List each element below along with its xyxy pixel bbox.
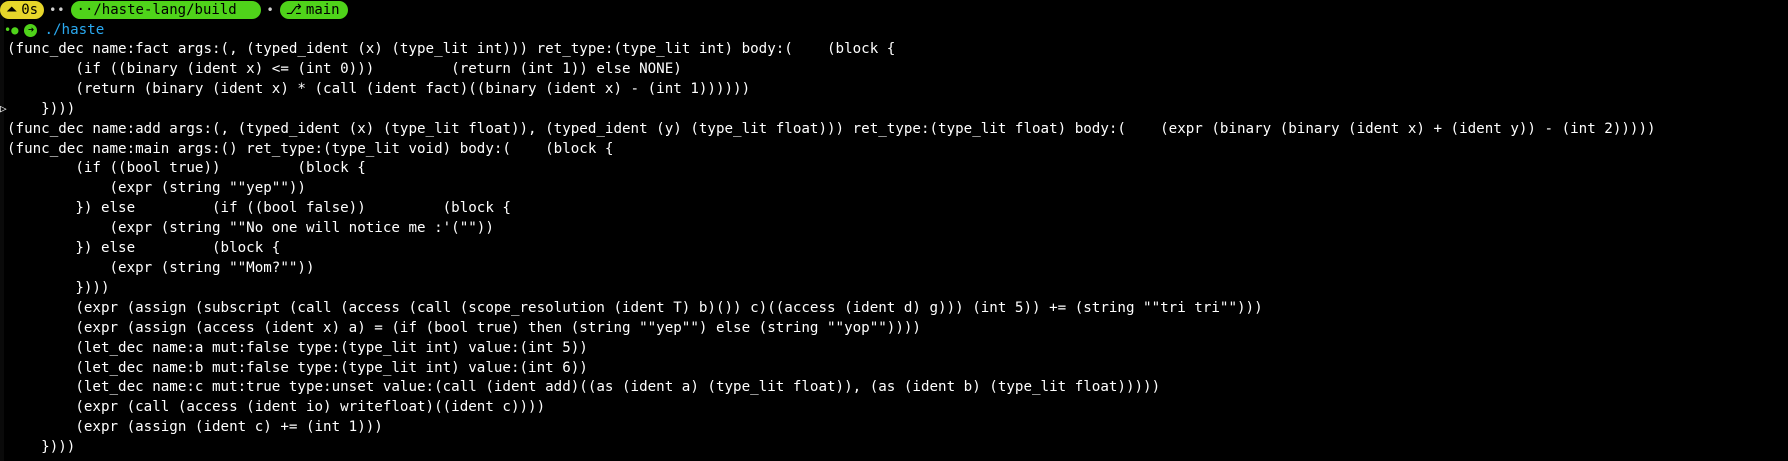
triangle-up-icon: ⏶ (6, 2, 18, 18)
output-line: (expr (call (access (ident io) writefloa… (7, 399, 546, 416)
status-dot-icon: •● (4, 23, 19, 37)
output-line: (expr (assign (ident c) += (int 1))) (7, 419, 383, 436)
path-text: ··/haste-lang/build (76, 2, 237, 18)
output-line: }) else (if ((bool false)) (block { (7, 200, 511, 217)
output-line: (expr (assign (access (ident x) a) = (if… (7, 319, 921, 336)
prompt-dot-separator: • (266, 3, 274, 17)
output-line: (expr (string ""Mom?"")) (7, 259, 315, 276)
output-line: (func_dec name:add args:(, (typed_ident … (7, 120, 1656, 137)
output-line: (return (binary (ident x) * (call (ident… (7, 80, 751, 97)
command-text: ./haste (44, 22, 105, 38)
duration-text: 0s (21, 2, 39, 18)
arrow-right-icon: ➜ (24, 23, 38, 37)
git-branch-icon: ⎇ (285, 2, 302, 18)
output-line: }))) (7, 439, 76, 456)
output-line: (func_dec name:main args:() ret_type:(ty… (7, 140, 614, 157)
output-line: (let_dec name:b mut:false type:(type_lit… (7, 359, 588, 376)
path-badge: ··/haste-lang/build (70, 1, 261, 19)
output-line: (expr (string ""No one will notice me :'… (7, 220, 494, 237)
prompt-bar: ⏶ 0s •• ··/haste-lang/build • ⎇ main (0, 0, 348, 20)
cursor-marker-icon: ▷ (0, 102, 7, 115)
output-line: (if ((bool true)) (block { (7, 160, 366, 177)
duration-badge: ⏶ 0s (0, 1, 45, 19)
output-line: (if ((binary (ident x) <= (int 0))) (ret… (7, 60, 682, 77)
prompt-separator: •• (49, 3, 66, 17)
command-line[interactable]: •● ➜ ./haste (4, 20, 104, 40)
output-line: }) else (block { (7, 240, 281, 257)
program-output: (func_dec name:fact args:(, (typed_ident… (7, 40, 1656, 458)
terminal-gutter (0, 0, 4, 461)
output-line: (expr (assign (subscript (call (access (… (7, 299, 1263, 316)
branch-badge: ⎇ main (279, 1, 348, 19)
branch-text: main (305, 2, 340, 18)
output-line: (let_dec name:a mut:false type:(type_lit… (7, 339, 588, 356)
output-line: (expr (string ""yep"")) (7, 180, 306, 197)
output-line: }))) (7, 100, 76, 117)
output-line: }))) (7, 279, 110, 296)
output-line: (let_dec name:c mut:true type:unset valu… (7, 379, 1161, 396)
terminal-window[interactable]: ⏶ 0s •• ··/haste-lang/build • ⎇ main •● … (0, 0, 1788, 461)
output-line: (func_dec name:fact args:(, (typed_ident… (7, 41, 896, 57)
